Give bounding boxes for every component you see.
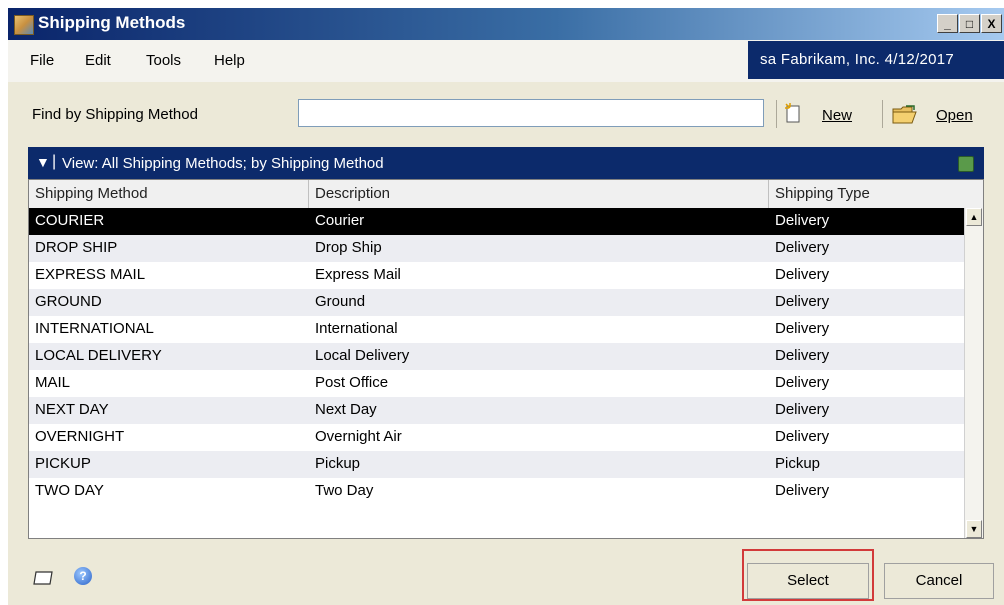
menu-bar: File Edit Tools Help sa Fabrikam, Inc. 4… [8,40,1004,82]
table-row[interactable]: OVERNIGHT Overnight Air Delivery [29,424,965,451]
app-icon [14,15,34,35]
scroll-down-button[interactable]: ▼ [966,520,982,538]
cell-shipping-type: Delivery [775,347,830,364]
shipping-methods-grid: Shipping Method Description Shipping Typ… [28,179,984,539]
column-header-shipping-type[interactable]: Shipping Type [769,180,983,208]
cell-shipping-method: NEXT DAY [35,401,109,418]
grid-header: Shipping Method Description Shipping Typ… [29,180,983,209]
new-document-icon[interactable] [784,102,802,124]
cell-description: Overnight Air [315,428,402,445]
shipping-methods-window: Shipping Methods _ □ X File Edit Tools H… [8,8,1004,605]
toolbar-separator [776,100,777,128]
cell-description: Courier [315,212,365,229]
open-button-label: Open [936,107,973,124]
cell-shipping-type: Delivery [775,482,830,499]
menu-edit[interactable]: Edit [85,52,111,69]
cell-shipping-method: OVERNIGHT [35,428,125,445]
minimize-button[interactable]: _ [937,14,958,33]
toolbar-separator [882,100,883,128]
menu-file[interactable]: File [30,52,54,69]
cell-description: International [315,320,398,337]
cell-description: Post Office [315,374,389,391]
table-row[interactable]: NEXT DAY Next Day Delivery [29,397,965,424]
scroll-up-button[interactable]: ▲ [966,208,982,226]
find-input[interactable] [298,99,764,127]
cell-description: Ground [315,293,366,310]
open-button[interactable]: Open [936,107,973,124]
refresh-icon[interactable] [958,156,974,172]
table-row[interactable]: LOCAL DELIVERY Local Delivery Delivery [29,343,965,370]
cell-shipping-type: Pickup [775,455,821,472]
view-selector[interactable]: View: All Shipping Methods; by Shipping … [62,155,384,172]
cell-shipping-method: EXPRESS MAIL [35,266,146,283]
cell-shipping-method: INTERNATIONAL [35,320,154,337]
column-header-shipping-method[interactable]: Shipping Method [29,180,309,208]
vertical-scrollbar[interactable]: ▲ ▼ [964,208,983,538]
cell-shipping-method: TWO DAY [35,482,104,499]
table-row[interactable]: TWO DAY Two Day Delivery [29,478,965,505]
cell-shipping-method: DROP SHIP [35,239,118,256]
cell-shipping-type: Delivery [775,239,830,256]
table-row[interactable]: COURIER Courier Delivery [29,208,965,235]
cell-shipping-type: Delivery [775,428,830,445]
cell-shipping-method: LOCAL DELIVERY [35,347,162,364]
cell-shipping-type: Delivery [775,374,830,391]
cell-shipping-type: Delivery [775,212,830,229]
menu-tools[interactable]: Tools [146,52,181,69]
view-bar[interactable]: ▼ | View: All Shipping Methods; by Shipp… [28,147,984,179]
view-separator: | [52,153,57,170]
new-button[interactable]: New [822,107,852,124]
table-row[interactable]: INTERNATIONAL International Delivery [29,316,965,343]
find-label: Find by Shipping Method [32,106,198,123]
cancel-button[interactable]: Cancel [884,563,994,599]
cell-description: Next Day [315,401,377,418]
table-row[interactable]: DROP SHIP Drop Ship Delivery [29,235,965,262]
help-icon[interactable]: ? [74,567,92,585]
menu-help[interactable]: Help [214,52,245,69]
cell-shipping-method: MAIL [35,374,71,391]
title-bar[interactable]: Shipping Methods _ □ X [8,8,1004,40]
column-header-description[interactable]: Description [309,180,769,208]
chevron-down-icon[interactable]: ▼ [36,154,50,170]
cell-shipping-method: COURIER [35,212,105,229]
cell-description: Local Delivery [315,347,410,364]
close-button[interactable]: X [981,14,1002,33]
table-row[interactable]: PICKUP Pickup Pickup [29,451,965,478]
cell-shipping-type: Delivery [775,320,830,337]
cell-shipping-type: Delivery [775,293,830,310]
cell-shipping-type: Delivery [775,401,830,418]
cell-shipping-type: Delivery [775,266,830,283]
table-row[interactable]: GROUND Ground Delivery [29,289,965,316]
cell-description: Two Day [315,482,374,499]
select-button[interactable]: Select [747,563,869,599]
open-folder-icon[interactable] [892,104,918,124]
cell-shipping-method: PICKUP [35,455,91,472]
maximize-button[interactable]: □ [959,14,980,33]
company-info: sa Fabrikam, Inc. 4/12/2017 [748,41,1004,79]
window-title: Shipping Methods [38,13,186,32]
cell-description: Drop Ship [315,239,382,256]
table-row[interactable]: EXPRESS MAIL Express Mail Delivery [29,262,965,289]
cell-description: Express Mail [315,266,401,283]
cell-shipping-method: GROUND [35,293,102,310]
new-button-label: New [822,107,853,124]
note-icon[interactable] [32,570,56,586]
table-row[interactable]: MAIL Post Office Delivery [29,370,965,397]
cell-description: Pickup [315,455,361,472]
